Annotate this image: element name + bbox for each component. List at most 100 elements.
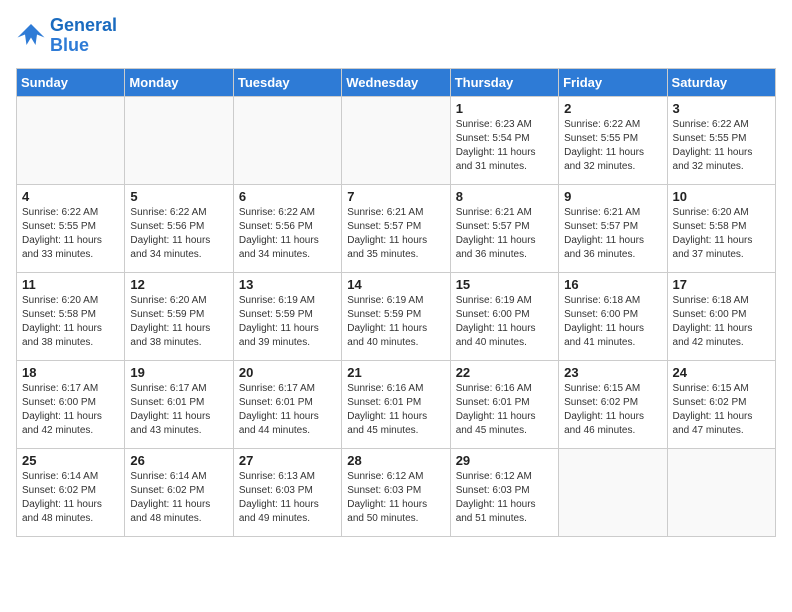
calendar-cell: 6 Sunrise: 6:22 AM Sunset: 5:56 PM Daylig… [233,184,341,272]
calendar-cell [125,96,233,184]
day-number: 2 [564,101,661,116]
day-info: Sunrise: 6:22 AM Sunset: 5:56 PM Dayligh… [239,206,336,262]
day-number: 23 [564,365,661,380]
calendar-cell: 17 Sunrise: 6:18 AM Sunset: 6:00 PM Dayli… [667,272,775,360]
day-number: 28 [347,453,444,468]
day-info: Sunrise: 6:19 AM Sunset: 5:59 PM Dayligh… [239,294,336,350]
day-number: 4 [22,189,119,204]
calendar-cell: 15Sunrise: 6:19 AM Sunset: 6:00 PM Dayli… [450,272,558,360]
logo-text: General Blue [50,16,117,56]
day-number: 25 [22,453,119,468]
day-info: Sunrise: 6:20 AM Sunset: 5:58 PM Dayligh… [673,206,770,262]
day-number: 19 [130,365,227,380]
calendar-cell: 10 Sunrise: 6:20 AM Sunset: 5:58 PM Dayli… [667,184,775,272]
calendar-cell: 24 Sunrise: 6:15 AM Sunset: 6:02 PM Dayli… [667,360,775,448]
calendar-cell: 13 Sunrise: 6:19 AM Sunset: 5:59 PM Dayli… [233,272,341,360]
calendar-week-3: 11 Sunrise: 6:20 AM Sunset: 5:58 PM Dayli… [17,272,776,360]
calendar-cell: 23 Sunrise: 6:15 AM Sunset: 6:02 PM Dayli… [559,360,667,448]
calendar-week-1: 1 Sunrise: 6:23 AM Sunset: 5:54 PM Daylig… [17,96,776,184]
day-info: Sunrise: 6:14 AM Sunset: 6:02 PM Dayligh… [22,470,119,526]
day-number: 27 [239,453,336,468]
page-header: General Blue [16,16,776,56]
day-number: 26 [130,453,227,468]
day-number: 13 [239,277,336,292]
calendar-cell: 5 Sunrise: 6:22 AM Sunset: 5:56 PM Daylig… [125,184,233,272]
logo-icon [16,21,46,51]
day-info: Sunrise: 6:14 AM Sunset: 6:02 PM Dayligh… [130,470,227,526]
calendar-cell [233,96,341,184]
day-info: Sunrise: 6:21 AM Sunset: 5:57 PM Dayligh… [347,206,444,262]
calendar-cell: 2 Sunrise: 6:22 AM Sunset: 5:55 PM Daylig… [559,96,667,184]
day-number: 29 [456,453,553,468]
day-info: Sunrise: 6:16 AM Sunset: 6:01 PM Dayligh… [456,382,553,438]
day-info: Sunrise: 6:22 AM Sunset: 5:55 PM Dayligh… [22,206,119,262]
calendar-cell: 16 Sunrise: 6:18 AM Sunset: 6:00 PM Dayli… [559,272,667,360]
logo: General Blue [16,16,117,56]
day-header-saturday: Saturday [667,68,775,96]
calendar-week-4: 18 Sunrise: 6:17 AM Sunset: 6:00 PM Dayli… [17,360,776,448]
day-header-sunday: Sunday [17,68,125,96]
calendar-cell: 12 Sunrise: 6:20 AM Sunset: 5:59 PM Dayli… [125,272,233,360]
calendar-cell: 11 Sunrise: 6:20 AM Sunset: 5:58 PM Dayli… [17,272,125,360]
day-number: 1 [456,101,553,116]
calendar-week-5: 25 Sunrise: 6:14 AM Sunset: 6:02 PM Dayli… [17,448,776,536]
day-number: 11 [22,277,119,292]
day-number: 8 [456,189,553,204]
day-info: Sunrise: 6:15 AM Sunset: 6:02 PM Dayligh… [673,382,770,438]
day-header-wednesday: Wednesday [342,68,450,96]
day-info: Sunrise: 6:23 AM Sunset: 5:54 PM Dayligh… [456,118,553,174]
day-number: 22 [456,365,553,380]
day-info: Sunrise: 6:17 AM Sunset: 6:01 PM Dayligh… [239,382,336,438]
day-number: 9 [564,189,661,204]
calendar-cell: 7Sunrise: 6:21 AM Sunset: 5:57 PM Daylig… [342,184,450,272]
calendar-cell: 14Sunrise: 6:19 AM Sunset: 5:59 PM Dayli… [342,272,450,360]
day-info: Sunrise: 6:17 AM Sunset: 6:01 PM Dayligh… [130,382,227,438]
calendar-cell: 25 Sunrise: 6:14 AM Sunset: 6:02 PM Dayli… [17,448,125,536]
day-number: 14 [347,277,444,292]
calendar-cell: 20 Sunrise: 6:17 AM Sunset: 6:01 PM Dayli… [233,360,341,448]
day-info: Sunrise: 6:18 AM Sunset: 6:00 PM Dayligh… [673,294,770,350]
calendar-cell: 1 Sunrise: 6:23 AM Sunset: 5:54 PM Daylig… [450,96,558,184]
day-number: 17 [673,277,770,292]
calendar-cell: 21Sunrise: 6:16 AM Sunset: 6:01 PM Dayli… [342,360,450,448]
day-info: Sunrise: 6:22 AM Sunset: 5:56 PM Dayligh… [130,206,227,262]
calendar-cell [667,448,775,536]
calendar-cell [17,96,125,184]
calendar-cell: 18 Sunrise: 6:17 AM Sunset: 6:00 PM Dayli… [17,360,125,448]
calendar-cell: 26 Sunrise: 6:14 AM Sunset: 6:02 PM Dayli… [125,448,233,536]
day-info: Sunrise: 6:21 AM Sunset: 5:57 PM Dayligh… [564,206,661,262]
day-header-friday: Friday [559,68,667,96]
day-number: 24 [673,365,770,380]
calendar-cell: 19 Sunrise: 6:17 AM Sunset: 6:01 PM Dayli… [125,360,233,448]
calendar-cell: 29Sunrise: 6:12 AM Sunset: 6:03 PM Dayli… [450,448,558,536]
day-info: Sunrise: 6:15 AM Sunset: 6:02 PM Dayligh… [564,382,661,438]
calendar-cell [559,448,667,536]
day-info: Sunrise: 6:20 AM Sunset: 5:58 PM Dayligh… [22,294,119,350]
calendar-week-2: 4 Sunrise: 6:22 AM Sunset: 5:55 PM Daylig… [17,184,776,272]
day-number: 15 [456,277,553,292]
day-number: 3 [673,101,770,116]
day-info: Sunrise: 6:20 AM Sunset: 5:59 PM Dayligh… [130,294,227,350]
calendar-header-row: SundayMondayTuesdayWednesdayThursdayFrid… [17,68,776,96]
day-info: Sunrise: 6:21 AM Sunset: 5:57 PM Dayligh… [456,206,553,262]
day-number: 6 [239,189,336,204]
calendar-cell: 27Sunrise: 6:13 AM Sunset: 6:03 PM Dayli… [233,448,341,536]
calendar-table: SundayMondayTuesdayWednesdayThursdayFrid… [16,68,776,537]
day-header-monday: Monday [125,68,233,96]
day-info: Sunrise: 6:22 AM Sunset: 5:55 PM Dayligh… [564,118,661,174]
calendar-cell: 4 Sunrise: 6:22 AM Sunset: 5:55 PM Daylig… [17,184,125,272]
day-info: Sunrise: 6:16 AM Sunset: 6:01 PM Dayligh… [347,382,444,438]
day-number: 16 [564,277,661,292]
day-info: Sunrise: 6:18 AM Sunset: 6:00 PM Dayligh… [564,294,661,350]
day-header-tuesday: Tuesday [233,68,341,96]
day-info: Sunrise: 6:17 AM Sunset: 6:00 PM Dayligh… [22,382,119,438]
day-number: 20 [239,365,336,380]
calendar-cell: 22 Sunrise: 6:16 AM Sunset: 6:01 PM Dayli… [450,360,558,448]
day-number: 12 [130,277,227,292]
day-number: 5 [130,189,227,204]
calendar-cell: 28Sunrise: 6:12 AM Sunset: 6:03 PM Dayli… [342,448,450,536]
day-number: 10 [673,189,770,204]
calendar-cell: 3Sunrise: 6:22 AM Sunset: 5:55 PM Daylig… [667,96,775,184]
day-number: 18 [22,365,119,380]
calendar-cell: 9 Sunrise: 6:21 AM Sunset: 5:57 PM Daylig… [559,184,667,272]
